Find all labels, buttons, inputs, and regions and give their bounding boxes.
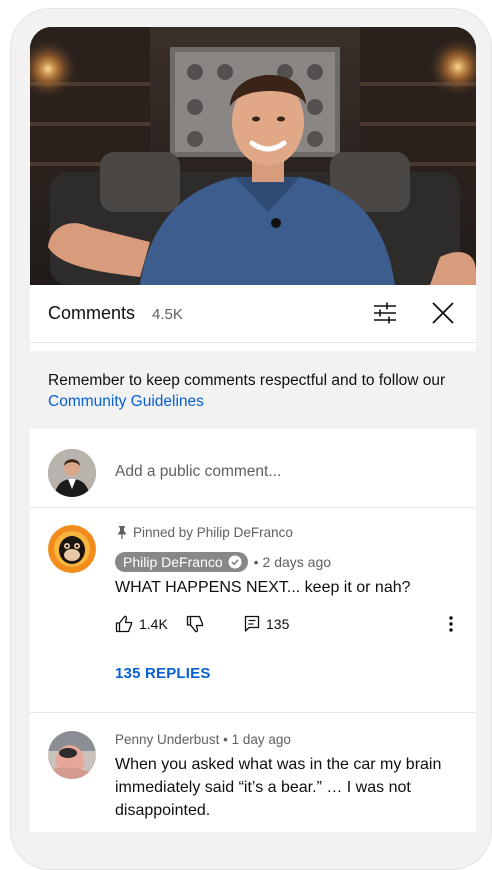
pin-icon xyxy=(118,526,126,539)
like-button[interactable]: 1.4K xyxy=(115,615,168,633)
reply-icon xyxy=(244,615,260,632)
notice-message: Remember to keep comments respectful and… xyxy=(48,372,446,389)
author-name: Philip DeFranco xyxy=(123,554,223,570)
comments-header: Comments 4.5K xyxy=(30,285,476,343)
comment-time: 2 days ago xyxy=(262,554,332,570)
avatar[interactable] xyxy=(48,525,96,573)
comment-item: Penny Underbust • 1 day ago When you ask… xyxy=(30,713,476,832)
meta-separator: • xyxy=(253,554,259,570)
add-comment-input[interactable]: Add a public comment... xyxy=(115,463,281,481)
comments-title: Comments xyxy=(48,303,136,323)
dislike-button[interactable] xyxy=(186,615,204,633)
comments-count: 4.5K xyxy=(152,306,183,323)
comment-meta: Philip DeFranco • 2 days ago xyxy=(115,552,331,572)
comment-time: 1 day ago xyxy=(231,732,291,747)
comment-text: When you asked what was in the car my br… xyxy=(115,756,442,819)
app-screen: Comments 4.5K Remember to keep comments … xyxy=(30,27,476,832)
comment-item: Pinned by Philip DeFranco Philip DeFranc… xyxy=(30,508,476,713)
pinned-by-text: Pinned by Philip DeFranco xyxy=(133,525,293,540)
pinned-label: Pinned by Philip DeFranco xyxy=(117,525,293,540)
thumbs-down-icon xyxy=(186,615,204,633)
notice-text: Remember to keep comments respectful and… xyxy=(48,370,463,412)
more-vert-icon[interactable] xyxy=(448,615,454,633)
video-frame-image xyxy=(30,27,476,285)
reply-button[interactable]: 135 xyxy=(244,615,289,633)
video-player[interactable] xyxy=(30,27,476,285)
community-guidelines-link[interactable]: Community Guidelines xyxy=(48,393,204,410)
author-name[interactable]: Penny Underbust xyxy=(115,732,219,747)
meta-separator: • xyxy=(223,732,232,747)
view-replies-button[interactable]: 135 REPLIES xyxy=(115,665,211,682)
add-comment-row[interactable]: Add a public comment... xyxy=(30,429,476,508)
like-count: 1.4K xyxy=(139,616,168,632)
comment-text: WHAT HAPPENS NEXT... keep it or nah? xyxy=(115,579,411,596)
community-guidelines-notice: Remember to keep comments respectful and… xyxy=(30,351,476,429)
verified-icon xyxy=(228,555,242,569)
comment-actions: 1.4K 135 xyxy=(115,615,460,639)
author-badge[interactable]: Philip DeFranco xyxy=(115,552,248,572)
avatar xyxy=(48,449,96,497)
comment-meta: Penny Underbust • 1 day ago xyxy=(115,732,291,747)
filter-icon[interactable] xyxy=(372,301,398,325)
reply-count: 135 xyxy=(266,616,290,632)
close-icon[interactable] xyxy=(430,300,456,326)
avatar[interactable] xyxy=(48,731,96,779)
thumbs-up-icon xyxy=(115,615,133,633)
